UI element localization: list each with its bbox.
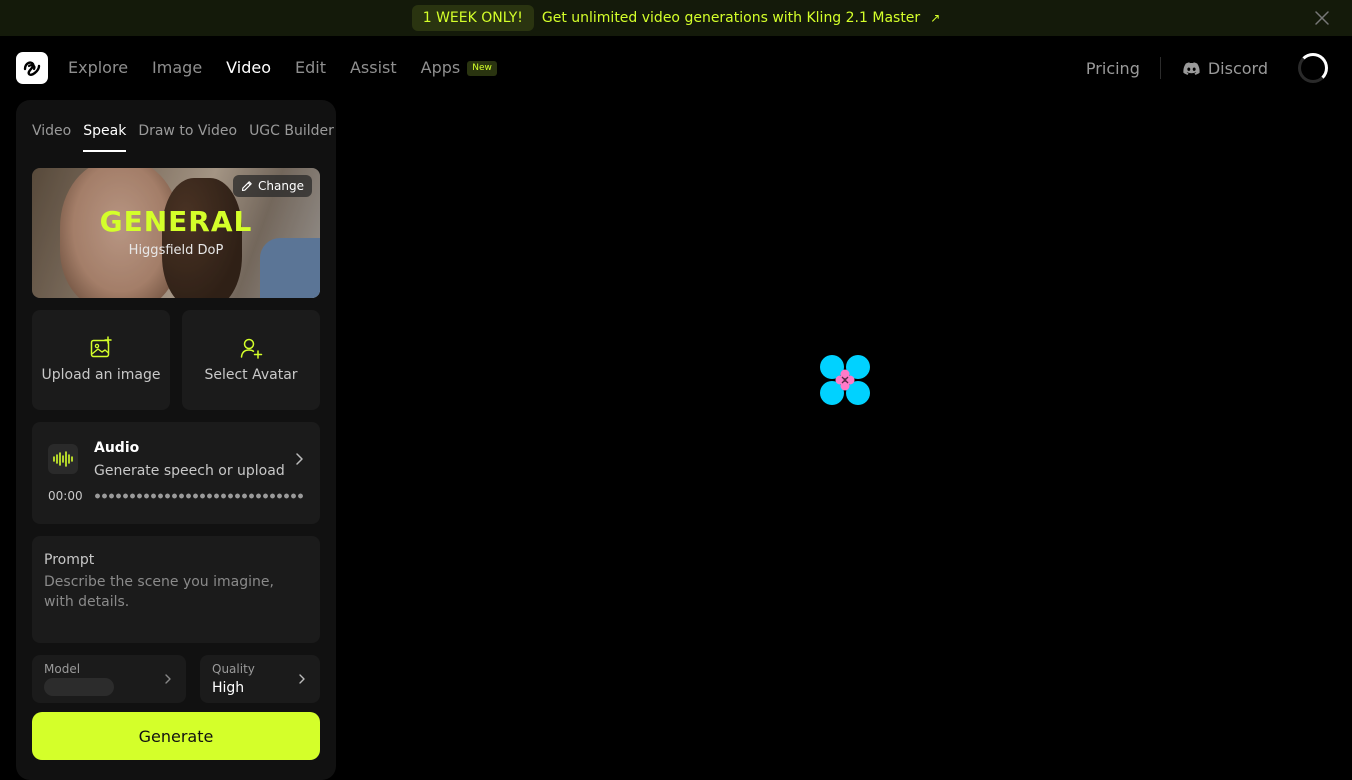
quality-select[interactable]: Quality High	[200, 655, 320, 703]
model-value-loading	[44, 678, 114, 696]
tab-speak[interactable]: Speak	[83, 122, 127, 152]
loading-spinner-icon	[1298, 53, 1328, 83]
tab-ugc-builder[interactable]: UGC Builder	[249, 122, 334, 152]
prompt-input[interactable]	[44, 572, 308, 632]
logo-icon[interactable]	[16, 52, 48, 84]
audio-card[interactable]: Audio Generate speech or upload 00:00	[32, 422, 320, 524]
nav-apps-label: Apps	[420, 58, 461, 77]
nav-edit[interactable]: Edit	[295, 58, 326, 78]
select-avatar-button[interactable]: Select Avatar	[182, 310, 320, 410]
preset-title: GENERAL	[99, 205, 253, 238]
audio-time: 00:00	[48, 489, 83, 503]
select-avatar-label: Select Avatar	[204, 367, 298, 383]
new-badge: New	[467, 60, 497, 76]
upload-image-button[interactable]: Upload an image	[32, 310, 170, 410]
change-label: Change	[258, 179, 304, 193]
preset-preview[interactable]: GENERAL Higgsfield DoP Change	[32, 168, 320, 298]
top-nav: Explore Image Video Edit Assist Apps New…	[0, 36, 1352, 100]
close-icon[interactable]	[1314, 10, 1330, 26]
chevron-right-icon	[296, 453, 303, 465]
loading-flower-icon	[820, 355, 870, 405]
image-upload-icon	[90, 336, 112, 358]
prompt-label: Prompt	[44, 552, 95, 568]
discord-icon	[1183, 61, 1200, 75]
upload-image-label: Upload an image	[41, 367, 161, 383]
user-add-icon	[240, 338, 263, 359]
change-button[interactable]: Change	[233, 175, 312, 197]
chevron-right-icon	[165, 674, 171, 684]
discord-link[interactable]: Discord	[1183, 59, 1268, 78]
promo-banner[interactable]: 1 WEEK ONLY! Get unlimited video generat…	[0, 0, 1352, 36]
nav-explore[interactable]: Explore	[68, 58, 128, 78]
nav-divider	[1159, 57, 1161, 79]
audio-waveform	[94, 493, 304, 499]
nav-links: Explore Image Video Edit Assist Apps New	[68, 36, 521, 100]
quality-label: Quality	[212, 662, 255, 676]
quality-value: High	[212, 680, 245, 696]
speak-panel: Video Speak Draw to Video UGC Builder GE…	[16, 100, 336, 780]
pencil-icon	[241, 181, 252, 192]
nav-right: Pricing Discord	[1086, 36, 1352, 100]
tab-video[interactable]: Video	[32, 122, 71, 152]
mode-tabs: Video Speak Draw to Video UGC Builder	[32, 122, 336, 152]
discord-label: Discord	[1207, 58, 1268, 78]
audio-title: Audio	[94, 440, 140, 456]
model-select[interactable]: Model	[32, 655, 186, 703]
preset-subtitle: Higgsfield DoP	[128, 243, 224, 258]
prompt-card: Prompt	[32, 536, 320, 643]
nav-assist[interactable]: Assist	[350, 58, 397, 78]
external-arrow-icon: ↗	[930, 11, 941, 25]
generate-button[interactable]: Generate	[32, 712, 320, 760]
audio-subtitle: Generate speech or upload	[94, 463, 285, 479]
nav-video[interactable]: Video	[226, 58, 271, 78]
audio-wave-icon	[48, 444, 78, 474]
nav-image[interactable]: Image	[152, 58, 202, 78]
model-label: Model	[44, 662, 81, 676]
chevron-right-icon	[299, 674, 305, 684]
promo-badge: 1 WEEK ONLY!	[411, 5, 534, 31]
nav-apps[interactable]: Apps New	[421, 58, 497, 78]
pricing-link[interactable]: Pricing	[1086, 59, 1140, 78]
tab-draw-to-video[interactable]: Draw to Video	[138, 122, 237, 152]
promo-text[interactable]: Get unlimited video generations with Kli…	[542, 10, 920, 26]
